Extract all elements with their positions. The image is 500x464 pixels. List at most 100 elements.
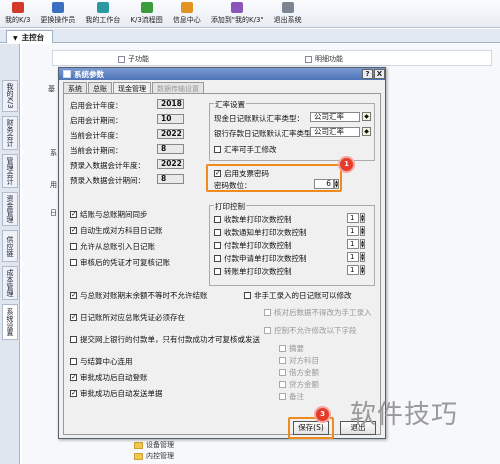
workspace-label: 基 [48, 85, 55, 93]
folder-icon [134, 441, 143, 449]
option-audit-review[interactable]: 审核后的凭证才可复核记账 [70, 257, 170, 268]
start-period-label: 启用会计期间： [70, 116, 123, 125]
option-checkbox[interactable]: ✓ [70, 292, 77, 299]
option-auto-contra[interactable]: ✓ 自动生成对方科目日记账 [70, 225, 163, 236]
print-option[interactable]: 收款通知单打印次数控制 [214, 227, 307, 238]
side-tab-funds[interactable]: 资金管理 [2, 192, 18, 226]
option-auto-send[interactable]: ✓ 审批成功后自动发送单据 [70, 388, 163, 399]
print-option[interactable]: 收款单打印次数控制 [214, 214, 292, 225]
option-checkbox [279, 345, 286, 352]
option-checkbox[interactable] [70, 358, 77, 365]
tab-strip: ▼ 主控台 [0, 29, 500, 43]
print-checkbox[interactable] [214, 229, 221, 236]
lookup-icon[interactable]: ◆ [362, 112, 371, 121]
cash-rate-field[interactable]: 公司汇率 [310, 112, 360, 122]
print-count-field[interactable]: 1 [347, 213, 359, 223]
side-tab-system-settings[interactable]: 系统设置 [2, 304, 18, 340]
option-checkbox [264, 327, 271, 334]
print-count-field[interactable]: 1 [347, 226, 359, 236]
tab-general-ledger[interactable]: 总账 [88, 82, 112, 93]
preset-year-field: 2022 [157, 159, 184, 169]
toolbar-change-operator[interactable]: 更换操作员 [35, 0, 80, 27]
close-button[interactable]: X [374, 69, 385, 79]
print-count-field[interactable]: 1 [347, 252, 359, 262]
option-checkbox [279, 381, 286, 388]
print-checkbox[interactable] [214, 242, 221, 249]
field-option: 借方金额 [279, 367, 319, 378]
rate-manual-option[interactable]: 汇率可手工修改 [214, 144, 277, 155]
home-icon [11, 2, 24, 13]
current-period-field: 8 [157, 144, 184, 154]
stepper-icon[interactable]: ▲ ▼ [360, 239, 365, 249]
main-toolbar: 我的K/3 更换操作员 我的工作台 K/3流程图 信息中心 添加到"我的K/3"… [0, 0, 500, 28]
bank-rate-field[interactable]: 公司汇率 [310, 127, 360, 137]
option-checkbox[interactable]: ✓ [70, 314, 77, 321]
cash-management-panel: 启用会计年度： 2018 启用会计期间： 10 当前会计年度： 2022 当前会… [63, 93, 381, 439]
toolbar-info-center[interactable]: 信息中心 [168, 0, 206, 27]
toolbar-my-k3[interactable]: 我的K/3 [0, 0, 35, 27]
save-highlight [288, 417, 334, 439]
option-checkbox[interactable]: ✓ [70, 227, 77, 234]
lookup-icon[interactable]: ◆ [362, 127, 371, 136]
start-year-label: 启用会计年度： [70, 101, 123, 110]
option-checkbox[interactable] [70, 259, 77, 266]
tree-item-equipment[interactable]: 设备管理 [134, 440, 174, 450]
step-badge-3: 3 [316, 408, 329, 421]
toolbar-exit[interactable]: 退出系统 [269, 0, 307, 27]
print-option[interactable]: 付款申请单打印次数控制 [214, 253, 307, 264]
desktop-icon [96, 2, 109, 13]
stepper-icon[interactable]: ▲ ▼ [360, 265, 365, 275]
toolbar-add-favorite[interactable]: 添加到"我的K/3" [206, 0, 269, 27]
add-favorite-icon [231, 2, 244, 13]
toolbar-workbench[interactable]: 我的工作台 [80, 0, 125, 27]
stepper-icon[interactable]: ▲ ▼ [360, 226, 365, 236]
option-checkbox[interactable]: ✓ [70, 211, 77, 218]
tab-system[interactable]: 系统 [63, 82, 87, 93]
watermark: 软件技巧 [350, 400, 459, 430]
option-balance-close[interactable]: ✓ 与总账对账期末余额不等时不允许结账 [70, 290, 208, 301]
detail-function-header: 明细功能 [305, 54, 343, 64]
print-checkbox[interactable] [214, 255, 221, 262]
workspace-label: 系 [50, 149, 57, 157]
start-year-field: 2018 [157, 99, 184, 109]
workspace-label: 日 [50, 209, 57, 217]
option-settlement-center[interactable]: 与结算中心连用 [70, 356, 133, 367]
option-checkbox[interactable]: ✓ [70, 390, 77, 397]
preset-period-label: 预录入数据会计期间： [70, 176, 145, 185]
option-checkbox[interactable] [70, 243, 77, 250]
toolbar-flowchart[interactable]: K/3流程图 [125, 0, 167, 27]
rate-manual-checkbox[interactable] [214, 146, 221, 153]
option-online-bank[interactable]: 提交网上银行的付款单，只有付款成功才可复核或发送 [70, 334, 260, 345]
option-manual-edit[interactable]: 非手工录入的日记账可以修改 [244, 290, 352, 301]
print-count-field[interactable]: 1 [347, 239, 359, 249]
cash-rate-label: 现金日记账默认汇率类型： [214, 114, 304, 123]
print-checkbox[interactable] [214, 216, 221, 223]
side-tab-finance[interactable]: 财务会计 [2, 116, 18, 150]
tab-main-console[interactable]: ▼ 主控台 [6, 30, 54, 43]
option-checkbox[interactable] [244, 292, 251, 299]
side-tab-supply-chain[interactable]: 供应链 [2, 230, 18, 262]
field-option: 对方科目 [279, 355, 319, 366]
chevron-down-icon[interactable]: ▼ [13, 35, 18, 42]
print-option[interactable]: 付款单打印次数控制 [214, 240, 292, 251]
stepper-icon[interactable]: ▲ ▼ [360, 252, 365, 262]
option-checkbox[interactable]: ✓ [70, 374, 77, 381]
print-count-field[interactable]: 1 [347, 265, 359, 275]
stepper-icon[interactable]: ▲ ▼ [360, 213, 365, 223]
option-checkbox [279, 369, 286, 376]
option-import-gl[interactable]: 允许从总账引入日记账 [70, 241, 155, 252]
side-tab-cost[interactable]: 成本管理 [2, 266, 18, 300]
option-checkbox[interactable] [70, 336, 77, 343]
dialog-tabs: 系统 总账 现金管理 数据传输设置 [63, 82, 205, 94]
option-sync-period[interactable]: ✓ 结账与总账期间同步 [70, 209, 148, 220]
field-option: 贷方金额 [279, 379, 319, 390]
side-tab-my-k3[interactable]: 我的K/3 [2, 80, 18, 112]
print-option[interactable]: 转账单打印次数控制 [214, 266, 292, 277]
help-button[interactable]: ? [362, 69, 373, 79]
option-auto-post[interactable]: ✓ 审批成功后自动登账 [70, 372, 148, 383]
tree-item-internal-control[interactable]: 内控管理 [134, 451, 174, 461]
side-tab-management-accounting[interactable]: 管理会计 [2, 154, 18, 188]
option-voucher-exists[interactable]: ✓ 日记账所对应总账凭证必须存在 [70, 312, 185, 323]
preset-period-field: 8 [157, 174, 184, 184]
print-checkbox[interactable] [214, 268, 221, 275]
